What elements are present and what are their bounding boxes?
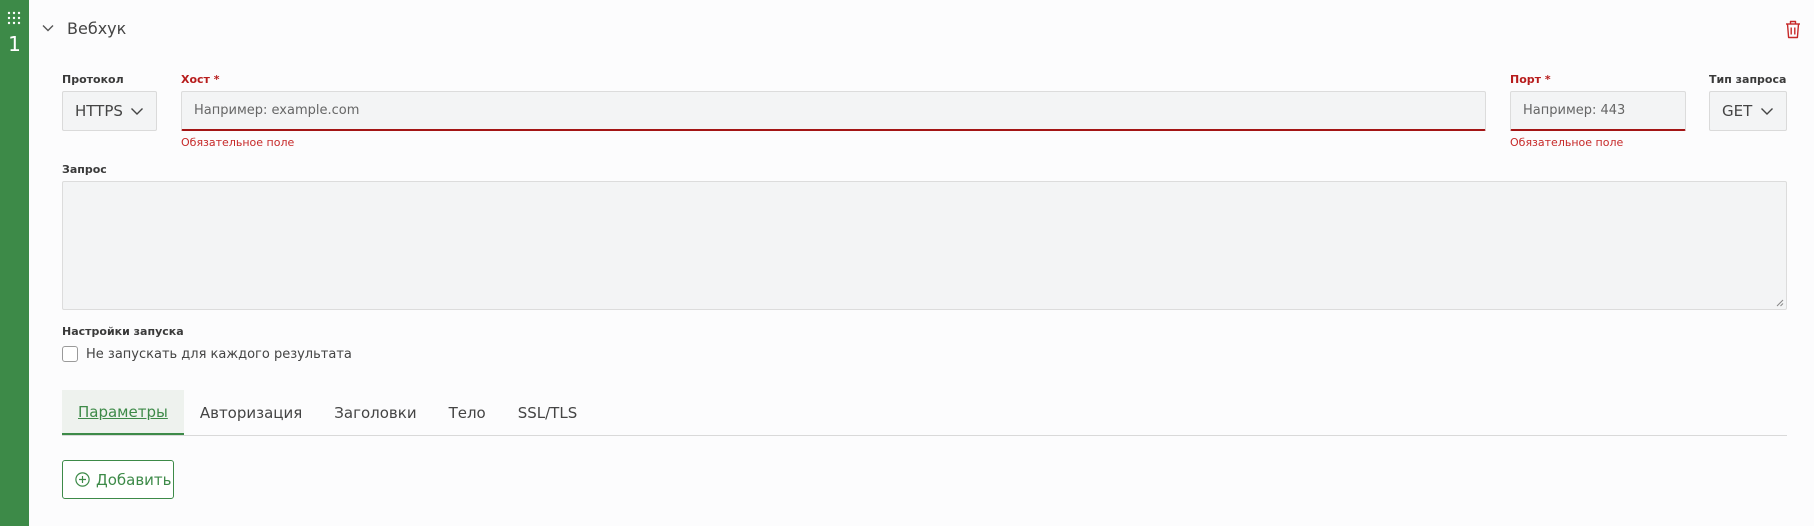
host-label: Хост * (181, 73, 220, 86)
method-label: Тип запроса (1709, 73, 1787, 86)
run-each-result-checkbox[interactable] (62, 346, 78, 362)
drag-grip-icon[interactable] (7, 11, 21, 25)
tab-authorization[interactable]: Авторизация (184, 390, 318, 435)
port-input[interactable]: Например: 443 (1510, 91, 1686, 131)
trash-icon[interactable] (1784, 19, 1802, 39)
plus-circle-icon (75, 472, 90, 487)
chevron-down-icon (1761, 108, 1773, 115)
host-placeholder: Например: example.com (194, 103, 360, 118)
method-select[interactable]: GET (1709, 91, 1787, 131)
method-value: GET (1722, 102, 1753, 120)
tab-headers[interactable]: Заголовки (318, 390, 432, 435)
chevron-down-icon (42, 25, 54, 32)
port-label: Порт * (1510, 73, 1551, 86)
add-button-label: Добавить (96, 470, 172, 489)
tab-bar: Параметры Авторизация Заголовки Тело SSL… (62, 390, 1787, 436)
section-header[interactable]: Вебхук (41, 18, 126, 38)
chevron-down-icon (131, 108, 143, 115)
protocol-select[interactable]: HTTPS (62, 91, 157, 131)
resize-handle-icon[interactable] (1776, 299, 1784, 307)
step-number: 1 (8, 32, 21, 56)
protocol-value: HTTPS (75, 102, 123, 120)
left-rail: 1 (0, 0, 29, 526)
host-input[interactable]: Например: example.com (181, 91, 1486, 131)
section-title: Вебхук (67, 18, 127, 38)
host-error: Обязательное поле (181, 136, 295, 149)
protocol-label: Протокол (62, 73, 124, 86)
add-button[interactable]: Добавить (62, 460, 174, 499)
port-placeholder: Например: 443 (1523, 103, 1626, 118)
run-each-result-label[interactable]: Не запускать для каждого результата (86, 346, 352, 363)
tab-parameters[interactable]: Параметры (62, 390, 184, 435)
run-settings-label: Настройки запуска (62, 325, 184, 338)
tab-body[interactable]: Тело (433, 390, 502, 435)
port-error: Обязательное поле (1510, 136, 1624, 149)
request-label: Запрос (62, 163, 107, 176)
tab-ssl-tls[interactable]: SSL/TLS (502, 390, 594, 435)
request-textarea[interactable] (62, 181, 1787, 310)
